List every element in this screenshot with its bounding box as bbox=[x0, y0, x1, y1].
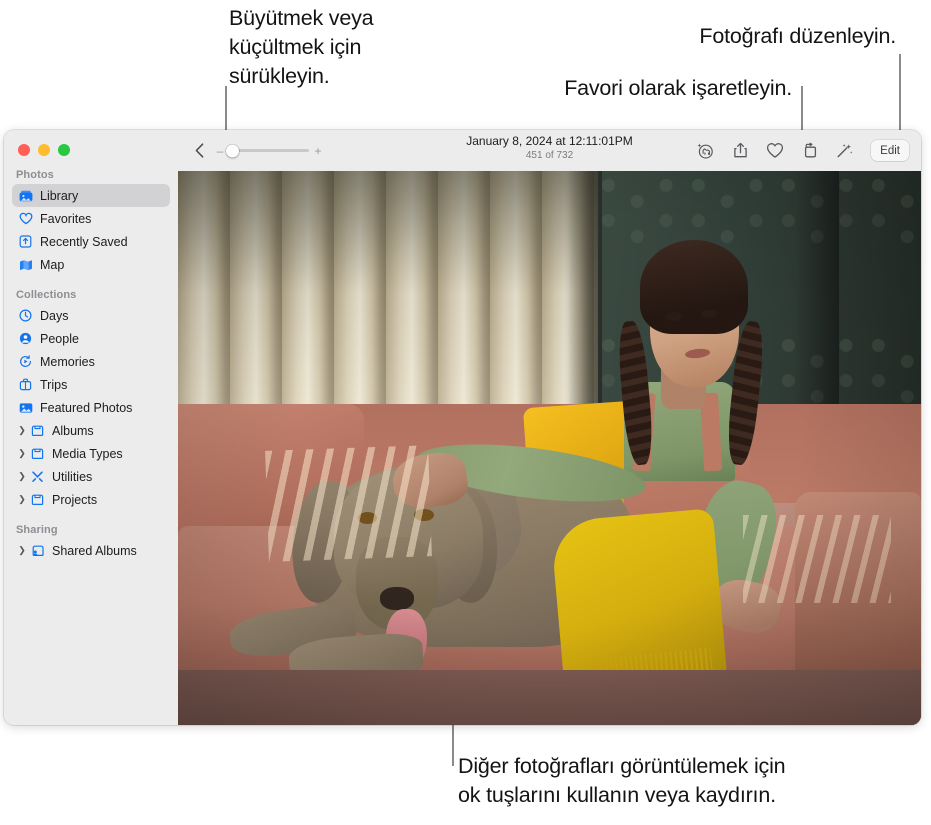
back-button[interactable] bbox=[188, 140, 210, 162]
utilities-icon bbox=[28, 470, 47, 483]
chevron-right-icon[interactable]: ❯ bbox=[16, 449, 28, 458]
sidebar-item-library[interactable]: Library bbox=[12, 184, 170, 207]
toolbar-left-group: – + bbox=[188, 140, 322, 162]
memories-icon bbox=[16, 355, 35, 368]
callout-browse-text: Diğer fotoğrafları görüntülemek için ok … bbox=[458, 754, 786, 807]
chevron-right-icon[interactable]: ❯ bbox=[16, 495, 28, 504]
chevron-right-icon[interactable]: ❯ bbox=[16, 472, 28, 481]
sidebar-item-memories[interactable]: Memories bbox=[12, 350, 170, 373]
photo-image[interactable] bbox=[178, 171, 921, 725]
magic-wand-icon[interactable] bbox=[834, 140, 856, 162]
edit-button[interactable]: Edit bbox=[871, 140, 909, 161]
sidebar-item-label: Utilities bbox=[52, 469, 93, 484]
album-icon bbox=[28, 447, 47, 460]
sidebar-item-label: People bbox=[40, 331, 79, 346]
sidebar-item-label: Memories bbox=[40, 354, 95, 369]
content-area: – + January 8, 2024 at 12:11:01PM 451 of… bbox=[178, 130, 921, 725]
zoom-slider[interactable]: – + bbox=[216, 144, 322, 157]
share-icon[interactable] bbox=[729, 140, 751, 162]
featured-photos-icon bbox=[16, 402, 35, 414]
sidebar-item-days[interactable]: Days bbox=[12, 304, 170, 327]
close-button[interactable] bbox=[18, 144, 30, 156]
sidebar-item-label: Days bbox=[40, 308, 69, 323]
rotate-icon[interactable] bbox=[799, 140, 821, 162]
library-icon bbox=[16, 190, 35, 202]
heart-icon[interactable] bbox=[764, 140, 786, 162]
sidebar-item-label: Featured Photos bbox=[40, 400, 133, 415]
sidebar-item-favorites[interactable]: Favorites bbox=[12, 207, 170, 230]
clock-icon bbox=[16, 309, 35, 322]
sidebar-item-media-types[interactable]: ❯ Media Types bbox=[12, 442, 170, 465]
sidebar-item-featured-photos[interactable]: Featured Photos bbox=[12, 396, 170, 419]
callout-favorite-text: Favori olarak işaretleyin. bbox=[564, 76, 792, 100]
sidebar-item-label: Albums bbox=[52, 423, 94, 438]
zoom-slider-knob[interactable] bbox=[226, 144, 239, 157]
sidebar-item-label: Projects bbox=[52, 492, 98, 507]
map-icon bbox=[16, 259, 35, 271]
shared-album-icon bbox=[28, 544, 47, 557]
sidebar-item-label: Media Types bbox=[52, 446, 123, 461]
window-controls bbox=[4, 130, 178, 156]
sidebar-item-label: Shared Albums bbox=[52, 543, 137, 558]
chevron-right-icon[interactable]: ❯ bbox=[16, 426, 28, 435]
zoom-in-label[interactable]: + bbox=[314, 145, 322, 157]
photo-viewer[interactable] bbox=[178, 171, 921, 725]
zoom-slider-track[interactable] bbox=[226, 144, 309, 157]
sidebar-item-label: Favorites bbox=[40, 211, 92, 226]
photos-app-window: Photos Library Favorites Recently Saved … bbox=[4, 130, 921, 725]
callout-edit-text: Fotoğrafı düzenleyin. bbox=[699, 24, 896, 48]
album-icon bbox=[28, 424, 47, 437]
visual-lookup-icon[interactable] bbox=[694, 140, 716, 162]
suitcase-icon bbox=[16, 378, 35, 391]
chevron-right-icon[interactable]: ❯ bbox=[16, 546, 28, 555]
sidebar-item-trips[interactable]: Trips bbox=[12, 373, 170, 396]
toolbar: – + January 8, 2024 at 12:11:01PM 451 of… bbox=[178, 130, 921, 171]
recently-saved-icon bbox=[16, 235, 35, 248]
sidebar: Photos Library Favorites Recently Saved … bbox=[4, 130, 178, 725]
sidebar-section-header-photos: Photos bbox=[16, 169, 54, 181]
maximize-button[interactable] bbox=[58, 144, 70, 156]
sidebar-item-label: Map bbox=[40, 257, 65, 272]
sidebar-item-utilities[interactable]: ❯ Utilities bbox=[12, 465, 170, 488]
heart-icon bbox=[16, 212, 35, 225]
album-icon bbox=[28, 493, 47, 506]
zoom-out-label[interactable]: – bbox=[216, 145, 224, 157]
sidebar-item-people[interactable]: People bbox=[12, 327, 170, 350]
sidebar-item-map[interactable]: Map bbox=[12, 253, 170, 276]
sidebar-item-albums[interactable]: ❯ Albums bbox=[12, 419, 170, 442]
minimize-button[interactable] bbox=[38, 144, 50, 156]
sidebar-item-label: Library bbox=[40, 188, 79, 203]
sidebar-item-projects[interactable]: ❯ Projects bbox=[12, 488, 170, 511]
sidebar-item-label: Trips bbox=[40, 377, 68, 392]
sidebar-section-header-collections: Collections bbox=[16, 289, 77, 301]
sidebar-item-label: Recently Saved bbox=[40, 234, 128, 249]
sidebar-item-shared-albums[interactable]: ❯ Shared Albums bbox=[12, 539, 170, 562]
person-circle-icon bbox=[16, 332, 35, 345]
sidebar-item-recently-saved[interactable]: Recently Saved bbox=[12, 230, 170, 253]
sidebar-section-header-sharing: Sharing bbox=[16, 524, 58, 536]
toolbar-right-group: Edit bbox=[694, 140, 909, 162]
